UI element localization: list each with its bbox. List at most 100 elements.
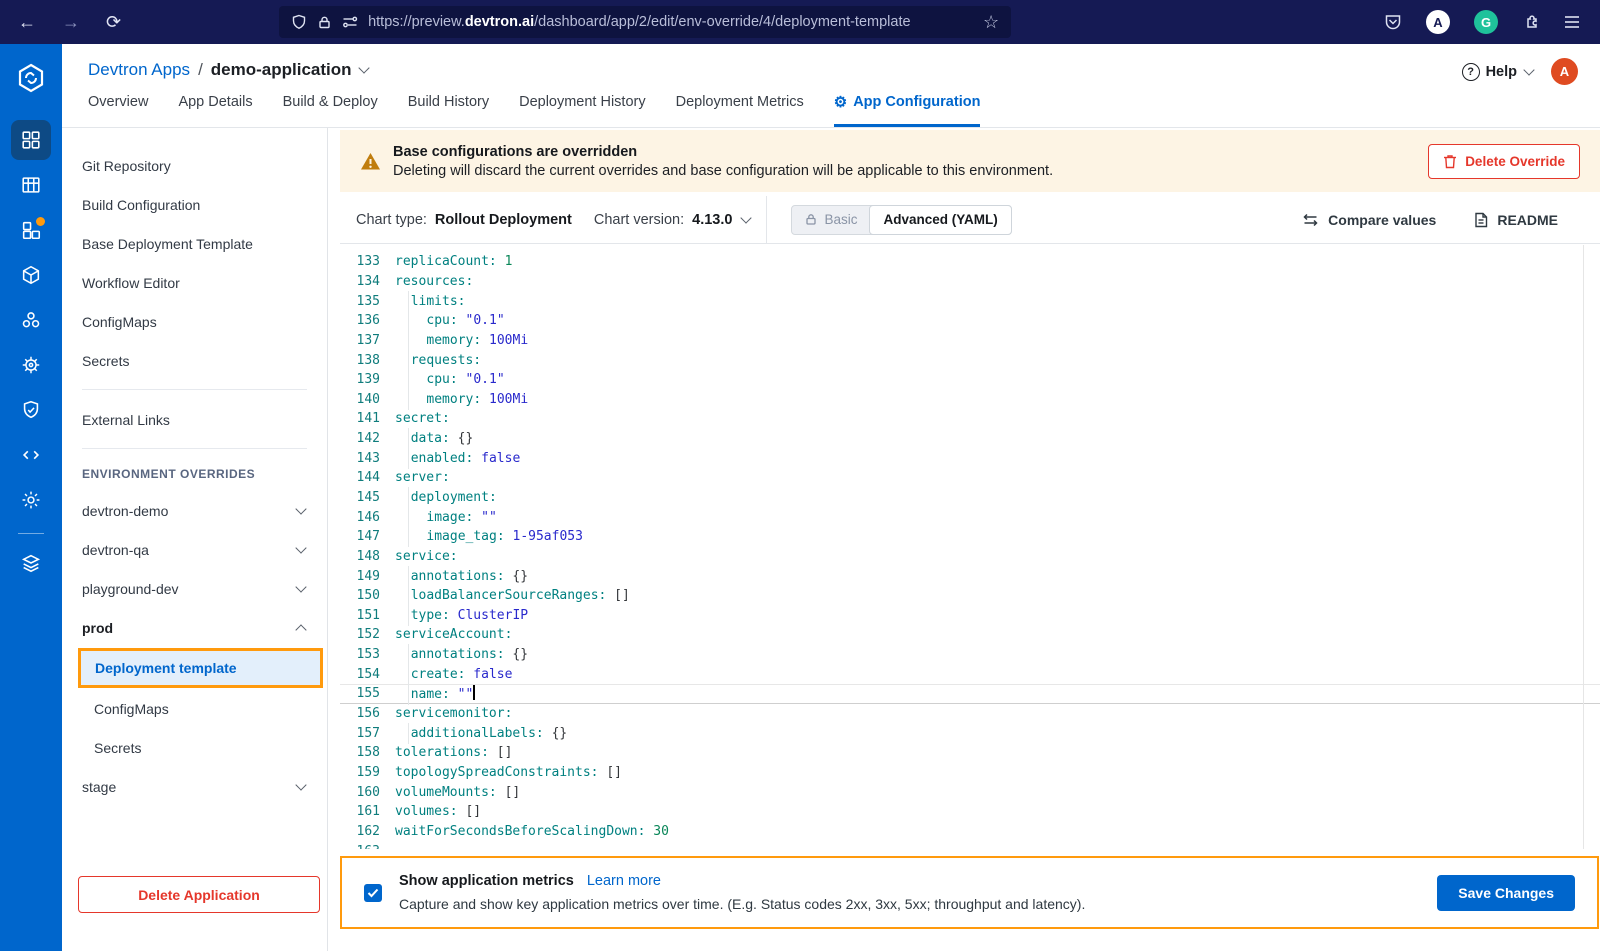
code-line-156[interactable]: 156 servicemonitor: [340, 704, 1600, 724]
rail-settings-gear-icon[interactable] [11, 480, 51, 520]
delete-override-button[interactable]: Delete Override [1428, 143, 1580, 179]
sidebar-item-prod-secrets[interactable]: Secrets [62, 728, 327, 767]
code-line-149[interactable]: 149 annotations: {} [340, 565, 1600, 587]
env-devtron-demo[interactable]: devtron-demo [62, 491, 327, 530]
basic-mode-button[interactable]: Basic [792, 206, 870, 234]
shield-icon[interactable] [291, 14, 307, 30]
compare-values-button[interactable]: Compare values [1302, 212, 1436, 228]
rail-stack-icon[interactable] [11, 543, 51, 583]
document-icon [1475, 212, 1488, 227]
code-line-158[interactable]: 158 tolerations: [] [340, 743, 1600, 763]
code-line-159[interactable]: 159 topologySpreadConstraints: [] [340, 763, 1600, 783]
code-line-141[interactable]: 141 secret: [340, 409, 1600, 429]
line-number: 142 [356, 431, 380, 447]
rail-helm-wheel-icon[interactable] [11, 345, 51, 385]
grammarly-extension-icon[interactable]: G [1474, 10, 1498, 34]
code-line-144[interactable]: 144 server: [340, 468, 1600, 488]
code-line-150[interactable]: 150 loadBalancerSourceRanges: [] [340, 585, 1600, 607]
code-line-151[interactable]: 151 type: ClusterIP [340, 604, 1600, 626]
sidebar-item-build-configuration[interactable]: Build Configuration [62, 185, 327, 224]
learn-more-link[interactable]: Learn more [587, 873, 661, 889]
sidebar-item-prod-configmaps[interactable]: ConfigMaps [62, 689, 327, 728]
rail-app-store-icon[interactable] [11, 210, 51, 250]
tab-build-deploy[interactable]: Build & Deploy [283, 94, 378, 127]
app-switcher-chevron-icon[interactable] [357, 62, 370, 74]
rail-charts-icon[interactable] [11, 165, 51, 205]
code-line-135[interactable]: 135 limits: [340, 290, 1600, 312]
sidebar-item-deployment-template-active[interactable]: Deployment template [78, 648, 323, 688]
browser-forward-button[interactable]: → [62, 12, 80, 33]
code-line-139[interactable]: 139 cpu: "0.1" [340, 369, 1600, 391]
code-line-152[interactable]: 152 serviceAccount: [340, 625, 1600, 645]
rail-code-icon[interactable] [11, 435, 51, 475]
yaml-editor[interactable]: 133 replicaCount: 1 134 resources: 135 limits… [340, 245, 1600, 849]
sidebar-item-external-links[interactable]: External Links [62, 400, 327, 439]
rail-applications-icon[interactable] [11, 120, 51, 160]
chart-version-dropdown-chevron[interactable] [740, 211, 753, 224]
tab-build-history[interactable]: Build History [408, 94, 489, 127]
breadcrumb-root-link[interactable]: Devtron Apps [88, 60, 190, 80]
env-playground-dev[interactable]: playground-dev [62, 569, 327, 608]
delete-application-button[interactable]: Delete Application [78, 876, 320, 913]
code-line-163[interactable]: 163 [340, 841, 1600, 849]
bookmark-star-icon[interactable]: ☆ [983, 13, 999, 31]
env-prod[interactable]: prod [62, 608, 327, 647]
help-menu[interactable]: ? Help [1461, 62, 1535, 81]
code-line-162[interactable]: 162 waitForSecondsBeforeScalingDown: 30 [340, 822, 1600, 842]
code-line-147[interactable]: 147 image_tag: 1-95af053 [340, 526, 1600, 548]
lock-icon[interactable] [317, 15, 332, 30]
browser-reload-button[interactable]: ⟳ [106, 12, 121, 33]
code-line-142[interactable]: 142 data: {} [340, 428, 1600, 450]
application-metrics-bar: Show application metrics Learn more Capt… [340, 856, 1599, 929]
rail-security-shield-icon[interactable] [11, 390, 51, 430]
user-avatar[interactable]: A [1551, 58, 1578, 85]
sidebar-item-secrets[interactable]: Secrets [62, 341, 327, 380]
permissions-icon[interactable] [342, 15, 358, 29]
line-number: 144 [356, 470, 380, 486]
env-devtron-qa[interactable]: devtron-qa [62, 530, 327, 569]
show-metrics-checkbox[interactable] [364, 883, 382, 902]
browser-account-avatar[interactable]: A [1426, 10, 1450, 34]
code-line-146[interactable]: 146 image: "" [340, 506, 1600, 528]
env-stage[interactable]: stage [62, 767, 327, 806]
code-line-153[interactable]: 153 annotations: {} [340, 644, 1600, 666]
code-line-155[interactable]: 155 name: "" [340, 682, 1600, 706]
sidebar-item-base-deployment-template[interactable]: Base Deployment Template [62, 224, 327, 263]
menu-hamburger-icon[interactable] [1564, 15, 1580, 29]
code-line-143[interactable]: 143 enabled: false [340, 447, 1600, 469]
extensions-puzzle-icon[interactable] [1522, 13, 1540, 31]
code-line-161[interactable]: 161 volumes: [] [340, 802, 1600, 822]
browser-back-button[interactable]: ← [18, 12, 36, 33]
sidebar-item-configmaps[interactable]: ConfigMaps [62, 302, 327, 341]
code-line-145[interactable]: 145 deployment: [340, 487, 1600, 508]
code-line-138[interactable]: 138 requests: [340, 349, 1600, 371]
address-bar[interactable]: https://preview.devtron.ai/dashboard/app… [279, 6, 1012, 38]
tab-deployment-history[interactable]: Deployment History [519, 94, 646, 127]
code-line-133[interactable]: 133 replicaCount: 1 [340, 252, 1600, 272]
tab-deployment-metrics[interactable]: Deployment Metrics [676, 94, 804, 127]
tab-overview[interactable]: Overview [88, 94, 148, 127]
code-line-140[interactable]: 140 memory: 100Mi [340, 388, 1600, 410]
save-changes-button[interactable]: Save Changes [1437, 874, 1575, 911]
devtron-logo[interactable] [15, 62, 47, 94]
code-line-160[interactable]: 160 volumeMounts: [] [340, 782, 1600, 802]
code-line-154[interactable]: 154 create: false [340, 663, 1600, 685]
tab-app-configuration[interactable]: ⚙ App Configuration [833, 94, 981, 127]
tab-app-details[interactable]: App Details [178, 94, 252, 127]
line-number: 163 [340, 844, 380, 849]
code-line-148[interactable]: 148 service: [340, 547, 1600, 567]
code-line-137[interactable]: 137 memory: 100Mi [340, 329, 1600, 351]
code-line-157[interactable]: 157 additionalLabels: {} [340, 722, 1600, 744]
rail-clusters-icon[interactable] [11, 300, 51, 340]
readme-button[interactable]: README [1474, 212, 1558, 228]
primary-nav-rail [0, 44, 62, 951]
line-number: 137 [356, 332, 380, 348]
sidebar-item-workflow-editor[interactable]: Workflow Editor [62, 263, 327, 302]
code-line-134[interactable]: 134 resources: [340, 272, 1600, 292]
rail-packages-icon[interactable] [11, 255, 51, 295]
sidebar-item-git-repository[interactable]: Git Repository [62, 146, 327, 185]
line-number: 136 [356, 313, 380, 329]
pocket-icon[interactable] [1384, 13, 1402, 31]
code-line-136[interactable]: 136 cpu: "0.1" [340, 310, 1600, 332]
advanced-yaml-mode-button[interactable]: Advanced (YAML) [869, 204, 1012, 235]
